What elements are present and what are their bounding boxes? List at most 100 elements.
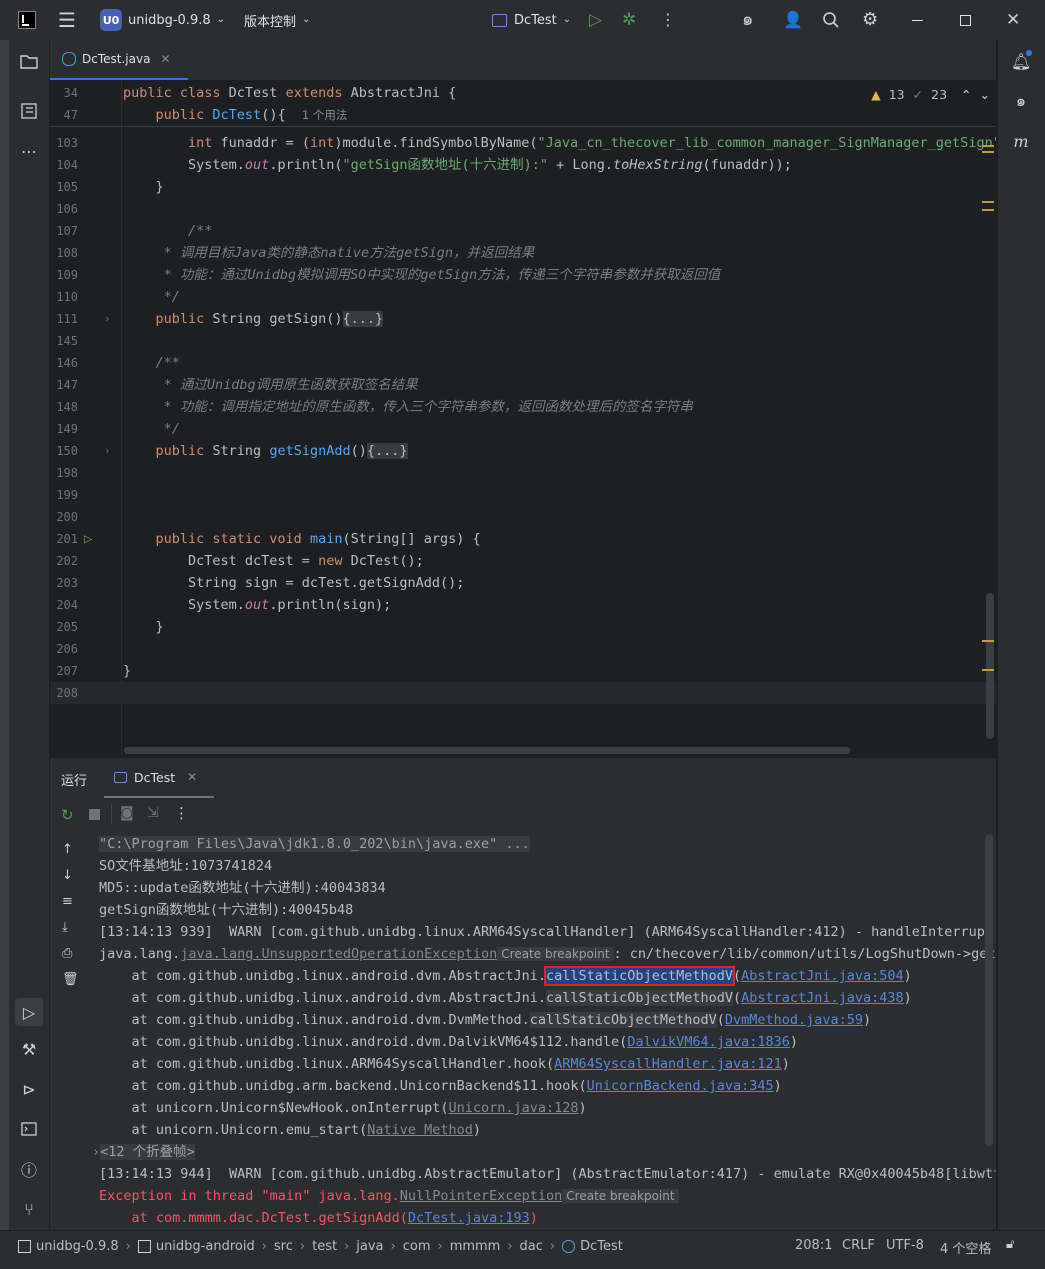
breadcrumb-item[interactable]: java bbox=[356, 1239, 383, 1254]
caret-position[interactable]: 208:1 bbox=[795, 1238, 832, 1253]
run-icon[interactable]: ▷ bbox=[589, 0, 602, 40]
maven-icon[interactable]: m bbox=[1010, 130, 1032, 152]
breadcrumb-item[interactable]: mmmm bbox=[450, 1239, 501, 1254]
highlighted-method: callStaticObjectMethodV bbox=[544, 966, 735, 986]
arrow-up-icon[interactable]: ↑ bbox=[62, 842, 73, 857]
console-line: java.lang.java.lang.UnsupportedOperation… bbox=[99, 943, 996, 965]
git-branch-icon[interactable]: ⑂ bbox=[18, 1198, 40, 1220]
code-line: 106 bbox=[50, 198, 996, 220]
code-text: System.out.println(sign); bbox=[123, 597, 392, 613]
project-selector[interactable]: U0 unidbg-0.9.8 ⌄ bbox=[100, 0, 225, 40]
fold-chevron-icon[interactable]: › bbox=[104, 440, 111, 462]
minimize-icon[interactable] bbox=[912, 0, 923, 40]
indent-setting[interactable]: 4 个空格 bbox=[940, 1238, 991, 1257]
arrow-down-icon[interactable]: ↓ bbox=[62, 868, 73, 883]
scroll-to-end-icon[interactable]: ⤓ bbox=[62, 920, 68, 935]
rerun-icon[interactable]: ↻ bbox=[61, 806, 74, 824]
close-tab-icon[interactable]: ✕ bbox=[160, 52, 170, 66]
breadcrumb-item[interactable]: com bbox=[403, 1239, 431, 1254]
file-encoding[interactable]: UTF-8 bbox=[886, 1238, 924, 1253]
search-icon[interactable] bbox=[822, 0, 840, 40]
camera-icon[interactable]: ◙ bbox=[120, 805, 134, 821]
source-link[interactable]: AbstractJni.java:438 bbox=[741, 990, 904, 1006]
module-icon bbox=[18, 1239, 31, 1253]
terminal-icon[interactable] bbox=[18, 1118, 40, 1140]
create-breakpoint-button[interactable]: Create breakpoint bbox=[497, 947, 614, 961]
java-class-icon bbox=[62, 52, 76, 66]
app-logo-icon[interactable] bbox=[18, 0, 36, 40]
maximize-icon[interactable] bbox=[960, 0, 971, 40]
problems-icon[interactable]: ⓘ bbox=[18, 1158, 40, 1180]
status-bar: unidbg-0.9.8 › unidbg-android › src › te… bbox=[0, 1230, 1045, 1269]
more-tools-icon[interactable]: ⋯ bbox=[18, 140, 40, 162]
source-link[interactable]: DvmMethod.java:59 bbox=[725, 1012, 863, 1028]
run-tab-dctest[interactable]: DcTest ✕ bbox=[104, 758, 214, 798]
run-config-selector[interactable]: DcTest ⌄ bbox=[492, 0, 571, 40]
code-line: 104 System.out.println("getSign函数地址(十六进制… bbox=[50, 154, 996, 176]
main-menu-icon[interactable]: ☰ bbox=[58, 0, 76, 40]
code-line: 205 } bbox=[50, 616, 996, 638]
source-link[interactable]: DcTest.java:193 bbox=[408, 1210, 530, 1226]
code-editor[interactable]: ▲ 13 ✓ 23 ⌃ ⌄ 34 public class DcTest ext… bbox=[50, 81, 996, 756]
left-tool-strip: ⋯ ▷ ⚒ ⊳ ⓘ ⑂ bbox=[9, 40, 50, 1230]
source-link[interactable]: UnicornBackend.java:345 bbox=[587, 1078, 774, 1094]
exception-link[interactable]: NullPointerException bbox=[400, 1188, 563, 1204]
breadcrumb-item[interactable]: unidbg-0.9.8 bbox=[36, 1239, 119, 1254]
add-user-icon[interactable]: 👤 bbox=[783, 0, 803, 40]
breadcrumb-item[interactable]: unidbg-android bbox=[156, 1239, 255, 1254]
line-number: 200 bbox=[56, 510, 78, 524]
debug-icon[interactable]: ✲ bbox=[622, 0, 636, 40]
project-badge: U0 bbox=[100, 9, 122, 31]
code-line: 204 System.out.println(sign); bbox=[50, 594, 996, 616]
ai-chat-icon[interactable]: ๑ bbox=[1010, 90, 1032, 112]
horizontal-scrollbar[interactable] bbox=[124, 747, 850, 754]
code-line: 109 * 功能：通过Unidbg模拟调用SO中实现的getSign方法，传递三… bbox=[50, 264, 996, 286]
more-actions-icon[interactable]: ⋮ bbox=[660, 0, 676, 40]
source-link[interactable]: ARM64SyscallHandler.java:121 bbox=[554, 1056, 782, 1072]
exception-link[interactable]: java.lang.UnsupportedOperationException bbox=[180, 946, 497, 962]
source-link[interactable]: AbstractJni.java:504 bbox=[741, 968, 904, 984]
console-command[interactable]: "C:\Program Files\Java\jdk1.8.0_202\bin\… bbox=[99, 836, 530, 852]
vertical-scrollbar[interactable] bbox=[986, 593, 994, 739]
native-method-link[interactable]: Native Method bbox=[367, 1122, 473, 1138]
stop-icon[interactable] bbox=[89, 809, 100, 820]
code-line: 200 bbox=[50, 506, 996, 528]
console-text: : cn/thecover/lib/common/utils/LogShutDo… bbox=[613, 946, 996, 962]
lock-icon[interactable]: 🔓︎ bbox=[1006, 1237, 1014, 1252]
vcs-menu[interactable]: 版本控制 ⌄ bbox=[244, 0, 310, 40]
line-number: 206 bbox=[56, 642, 78, 656]
source-link[interactable]: DalvikVM64.java:1836 bbox=[627, 1034, 790, 1050]
structure-icon[interactable] bbox=[18, 100, 40, 122]
tab-dctest-java[interactable]: DcTest.java ✕ bbox=[50, 40, 188, 80]
source-link[interactable]: Unicorn.java:128 bbox=[449, 1100, 579, 1116]
settings-gear-icon[interactable]: ⚙ bbox=[862, 0, 878, 40]
soft-wrap-icon[interactable]: ≡ bbox=[62, 894, 73, 909]
close-icon[interactable]: ✕ bbox=[1006, 0, 1020, 40]
run-tool-icon[interactable]: ▷ bbox=[15, 998, 43, 1026]
project-folder-icon[interactable] bbox=[18, 50, 40, 72]
console-output[interactable]: "C:\Program Files\Java\jdk1.8.0_202\bin\… bbox=[92, 832, 996, 1230]
trash-icon[interactable]: 🗑︎ bbox=[62, 972, 79, 987]
fold-chevron-icon[interactable]: › bbox=[104, 308, 111, 330]
method-name: callStaticObjectMethodV bbox=[546, 990, 733, 1006]
breadcrumb-item[interactable]: test bbox=[312, 1239, 337, 1254]
usage-hint[interactable]: 1 个用法 bbox=[302, 108, 347, 122]
print-icon[interactable]: ⎙ bbox=[62, 946, 72, 961]
notifications-bell-icon[interactable]: 🔔︎ bbox=[1010, 50, 1032, 72]
breadcrumb-item[interactable]: src bbox=[274, 1239, 293, 1254]
more-options-icon[interactable]: ⋮ bbox=[174, 804, 189, 822]
console-scrollbar[interactable] bbox=[985, 834, 993, 1146]
line-separator[interactable]: CRLF bbox=[842, 1238, 875, 1253]
breadcrumb-item[interactable]: dac bbox=[520, 1239, 543, 1254]
run-main-gutter-icon[interactable]: ▷ bbox=[84, 528, 92, 550]
folded-frames-toggle[interactable]: <12 个折叠帧> bbox=[100, 1144, 195, 1160]
services-icon[interactable]: ⊳ bbox=[18, 1078, 40, 1100]
breadcrumb-item[interactable]: DcTest bbox=[580, 1239, 623, 1254]
create-breakpoint-button[interactable]: Create breakpoint bbox=[562, 1189, 679, 1203]
line-number: 202 bbox=[56, 554, 78, 568]
build-hammer-icon[interactable]: ⚒ bbox=[18, 1038, 40, 1060]
ai-assistant-icon[interactable]: ๑ bbox=[742, 0, 753, 40]
line-number: 146 bbox=[56, 356, 78, 370]
restore-layout-icon[interactable]: ⇲ bbox=[147, 805, 159, 821]
close-tab-icon[interactable]: ✕ bbox=[187, 770, 197, 784]
